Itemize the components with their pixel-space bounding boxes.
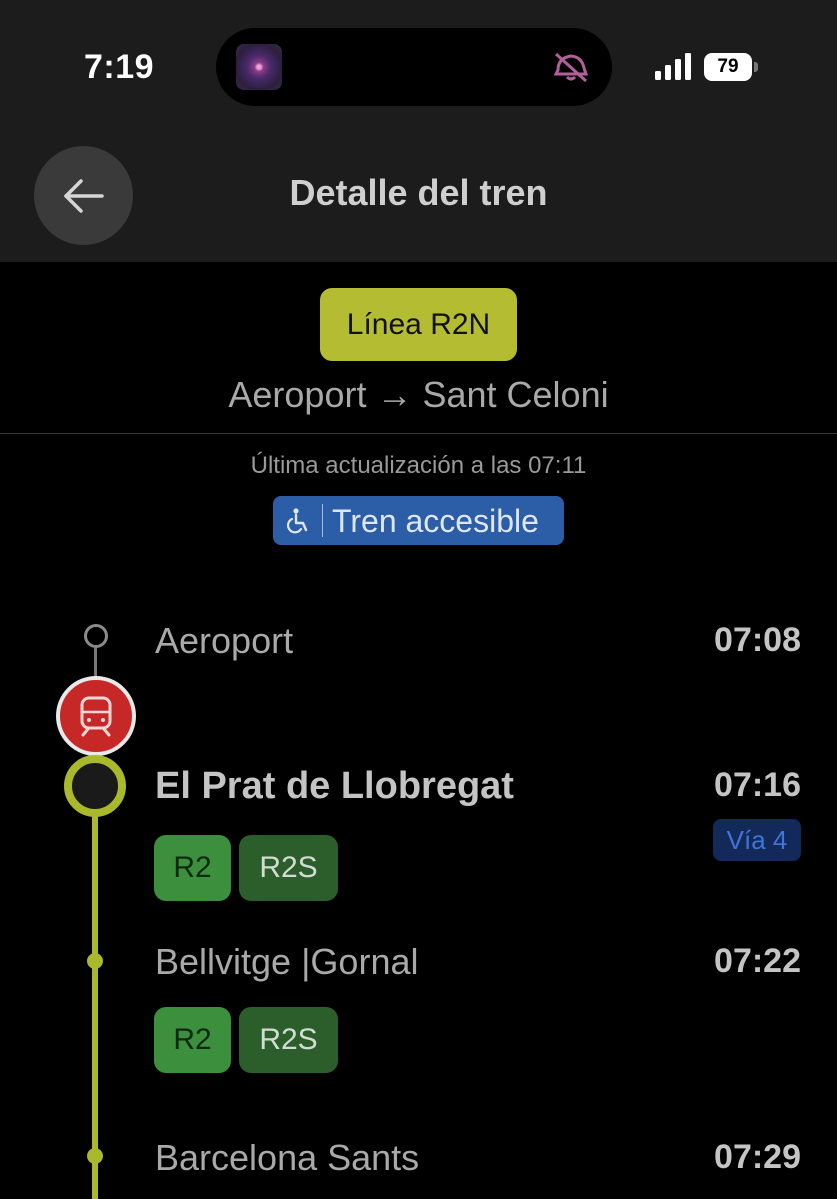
route-label: Aeroport → Sant Celoni — [228, 374, 609, 415]
stop-dot-current — [64, 755, 126, 817]
media-artwork — [236, 44, 282, 90]
line-badge: Línea R2N — [320, 288, 517, 361]
connection-chip-r2[interactable]: R2 — [154, 835, 231, 901]
badge-separator — [322, 504, 323, 537]
stop-name[interactable]: Aeroport — [155, 620, 293, 662]
wheelchair-icon — [287, 508, 308, 534]
connection-chip-r2[interactable]: R2 — [154, 1007, 231, 1073]
stop-time: 07:08 — [714, 621, 801, 659]
battery-level: 79 — [704, 53, 752, 81]
bell-slash-icon — [553, 52, 589, 83]
connection-chip-r2s[interactable]: R2S — [239, 835, 338, 901]
divider — [0, 433, 837, 434]
page-title: Detalle del tren — [289, 172, 548, 213]
accessible-badge: Tren accesible — [273, 496, 564, 545]
stop-time: 07:16 — [714, 766, 801, 804]
stop-name[interactable]: Barcelona Sants — [155, 1137, 419, 1179]
dynamic-island[interactable] — [216, 28, 612, 106]
platform-badge: Vía 4 — [713, 819, 801, 861]
connection-chip-r2s[interactable]: R2S — [239, 1007, 338, 1073]
stop-dot — [87, 953, 103, 969]
stop-time: 07:29 — [714, 1138, 801, 1176]
stop-dot-origin — [84, 624, 108, 648]
top-bar: 7:19 79 Detalle del tren — [0, 0, 837, 262]
battery-icon: 79 — [704, 53, 758, 81]
timeline-upcoming-segment — [92, 810, 98, 1199]
cellular-signal-icon — [655, 53, 691, 80]
stop-dot — [87, 1148, 103, 1164]
status-time: 7:19 — [84, 48, 155, 86]
stop-name-current[interactable]: El Prat de Llobregat — [155, 765, 514, 808]
last-update-label: Última actualización a las 07:11 — [250, 452, 587, 479]
train-icon — [80, 696, 112, 737]
accessible-label: Tren accesible — [332, 503, 539, 539]
train-position-marker — [56, 676, 136, 756]
train-detail-screen: 7:19 79 Detalle del tren Línea R2N Aerop… — [0, 0, 837, 1199]
stop-time: 07:22 — [714, 942, 801, 980]
battery-nub — [754, 62, 758, 72]
stop-name[interactable]: Bellvitge |Gornal — [155, 941, 418, 983]
